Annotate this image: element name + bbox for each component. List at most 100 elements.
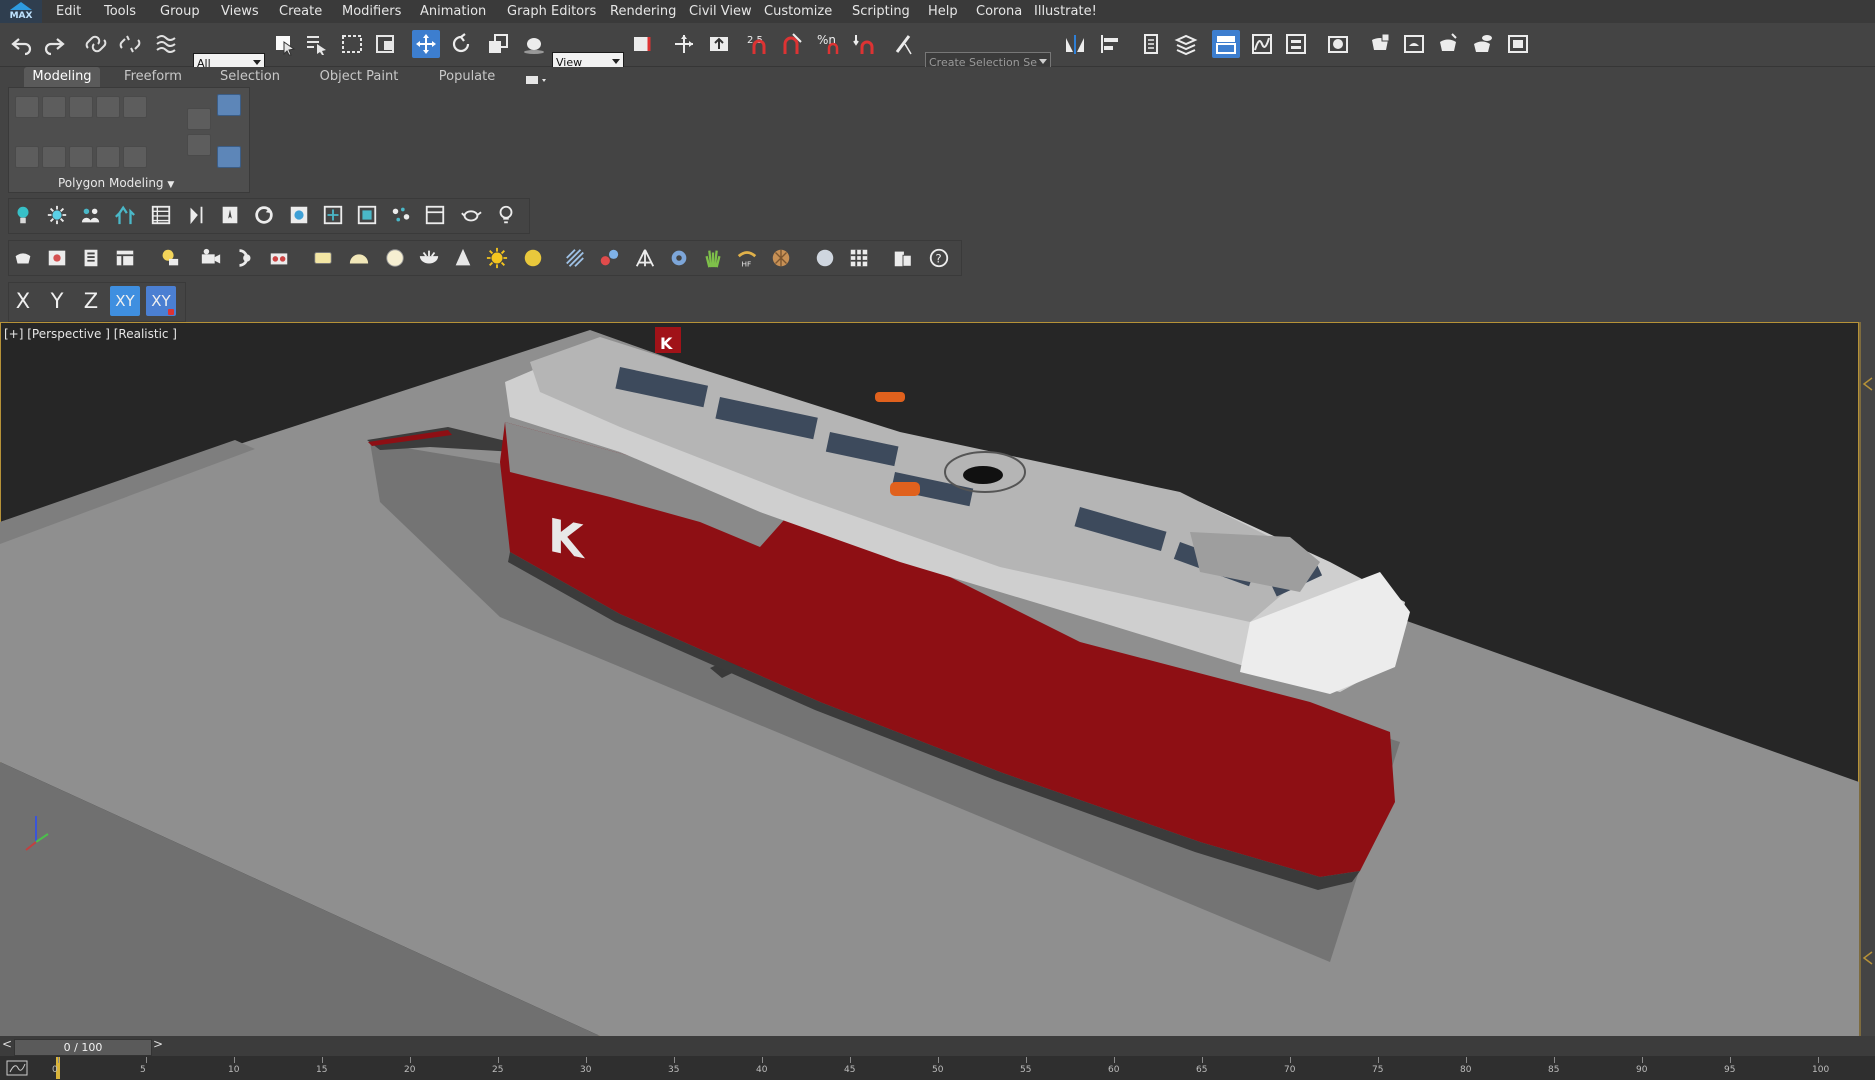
axis-xy-cycle-button[interactable]: XY xyxy=(146,286,176,316)
grass-icon[interactable] xyxy=(700,245,726,271)
use-pivot-center-icon[interactable] xyxy=(629,30,657,58)
spinner-snap-icon[interactable] xyxy=(849,30,877,58)
show-end-result-button[interactable] xyxy=(217,94,241,116)
angle-snap-icon[interactable] xyxy=(779,30,807,58)
toggle-ribbon-icon[interactable] xyxy=(1212,30,1240,58)
compass-icon[interactable] xyxy=(217,202,243,228)
time-slider[interactable]: 0 / 100 xyxy=(14,1039,152,1056)
light-bulb-yellow-icon[interactable] xyxy=(156,245,182,271)
zoom-extents-icon[interactable] xyxy=(320,202,346,228)
menu-create[interactable]: Create xyxy=(279,0,322,23)
bowl-icon[interactable] xyxy=(416,245,442,271)
cone-icon[interactable] xyxy=(450,245,476,271)
axis-x-button[interactable]: X xyxy=(8,286,38,316)
toggle-command-panel-button[interactable] xyxy=(187,108,211,130)
rectangular-selection-icon[interactable] xyxy=(338,30,366,58)
skylight-icon[interactable] xyxy=(520,245,546,271)
render-setup-icon[interactable] xyxy=(1366,30,1394,58)
camera-icon[interactable] xyxy=(198,245,224,271)
menu-views[interactable]: Views xyxy=(221,0,259,23)
apply-mesh-smooth-button[interactable] xyxy=(96,146,120,168)
schematic-view-icon[interactable] xyxy=(1282,30,1310,58)
target-camera-icon[interactable] xyxy=(232,245,258,271)
plane-icon[interactable] xyxy=(310,245,336,271)
menu-help[interactable]: Help xyxy=(928,0,958,23)
select-and-place-icon[interactable] xyxy=(520,30,548,58)
viewport-layout-icon[interactable] xyxy=(422,202,448,228)
axis-z-button[interactable]: Z xyxy=(76,286,106,316)
render-in-cloud-icon[interactable] xyxy=(1468,30,1496,58)
app-logo[interactable]: MAX xyxy=(0,0,42,23)
menu-edit[interactable]: Edit xyxy=(56,0,81,23)
light-bulb-icon[interactable] xyxy=(10,202,36,228)
menu-modifiers[interactable]: Modifiers xyxy=(342,0,401,23)
viewport-scene[interactable]: K K xyxy=(0,322,1859,1036)
toggle-layer-explorer-icon[interactable] xyxy=(1172,30,1200,58)
menu-graph-editors[interactable]: Graph Editors xyxy=(507,0,596,23)
pin-stack-button[interactable] xyxy=(217,146,241,168)
safe-frame-icon[interactable] xyxy=(354,202,380,228)
gear-globe-icon[interactable] xyxy=(666,245,692,271)
foliage-icon[interactable] xyxy=(112,202,138,228)
toggle-scene-explorer-icon[interactable] xyxy=(1138,30,1166,58)
tab-modeling[interactable]: Modeling xyxy=(24,67,100,87)
window-crossing-icon[interactable] xyxy=(372,30,400,58)
physical-camera-icon[interactable] xyxy=(266,245,292,271)
dimension-icon[interactable] xyxy=(183,202,209,228)
percent-snap-icon[interactable]: %n xyxy=(814,30,842,58)
menu-tools[interactable]: Tools xyxy=(104,0,136,23)
molecule-icon[interactable] xyxy=(596,245,622,271)
tab-selection[interactable]: Selection xyxy=(210,67,290,87)
border-subobject-button[interactable] xyxy=(69,96,93,118)
shell-icon[interactable] xyxy=(768,245,794,271)
select-by-name-icon[interactable] xyxy=(302,30,330,58)
help-icon[interactable]: ? xyxy=(926,245,952,271)
use-soft-selection-button[interactable] xyxy=(187,134,211,156)
unlink-selection-icon[interactable] xyxy=(116,30,144,58)
vertex-subobject-button[interactable] xyxy=(15,96,39,118)
material-editor-icon[interactable] xyxy=(1324,30,1352,58)
particle-system-icon[interactable] xyxy=(562,245,588,271)
axis-xy-button[interactable]: XY xyxy=(110,286,140,316)
select-and-move-icon[interactable] xyxy=(412,30,440,58)
select-and-scale-icon[interactable] xyxy=(484,30,512,58)
material-browser-icon[interactable] xyxy=(44,245,70,271)
tripod-icon[interactable] xyxy=(632,245,658,271)
menu-customize[interactable]: Customize xyxy=(764,0,832,23)
select-object-icon[interactable] xyxy=(270,30,298,58)
light-lister-icon[interactable] xyxy=(493,202,519,228)
menu-rendering[interactable]: Rendering xyxy=(610,0,676,23)
collapse-stack-button[interactable] xyxy=(123,146,147,168)
curve-editor-icon[interactable] xyxy=(1248,30,1276,58)
polygon-subobject-button[interactable] xyxy=(96,96,120,118)
tab-object-paint[interactable]: Object Paint xyxy=(312,67,406,87)
viewport-label[interactable]: [+] [Perspective ] [Realistic ] xyxy=(4,327,177,341)
render-production-icon[interactable] xyxy=(1434,30,1462,58)
tab-freeform[interactable]: Freeform xyxy=(116,67,190,87)
bitmap-checker-icon[interactable] xyxy=(846,245,872,271)
rotate-object-icon[interactable] xyxy=(251,202,277,228)
render-frame-icon[interactable] xyxy=(286,202,312,228)
compact-material-editor-icon[interactable] xyxy=(78,245,104,271)
time-prev-button[interactable]: < xyxy=(2,1037,12,1051)
menu-scripting[interactable]: Scripting xyxy=(852,0,910,23)
teapot-icon[interactable] xyxy=(458,202,484,228)
menu-illustrate[interactable]: Illustrate! xyxy=(1034,0,1097,23)
edge-subobject-button[interactable] xyxy=(42,96,66,118)
keyboard-shortcut-override-icon[interactable] xyxy=(705,30,733,58)
hair-fur-icon[interactable]: HF xyxy=(734,245,760,271)
render-teapot-icon[interactable] xyxy=(10,245,36,271)
menu-corona[interactable]: Corona xyxy=(976,0,1022,23)
rendered-frame-window-icon[interactable] xyxy=(1400,30,1428,58)
redo-icon[interactable] xyxy=(40,30,68,58)
align-icon[interactable] xyxy=(1096,30,1124,58)
select-and-rotate-icon[interactable] xyxy=(447,30,475,58)
slate-material-editor-icon[interactable] xyxy=(112,245,138,271)
scene-converter-icon[interactable] xyxy=(890,245,916,271)
sun-light-icon[interactable] xyxy=(44,202,70,228)
menu-civil-view[interactable]: Civil View xyxy=(689,0,752,23)
menu-animation[interactable]: Animation xyxy=(420,0,486,23)
menu-group[interactable]: Group xyxy=(160,0,200,23)
ribbon-options-icon[interactable] xyxy=(526,71,550,84)
edit-named-selection-icon[interactable] xyxy=(889,30,917,58)
